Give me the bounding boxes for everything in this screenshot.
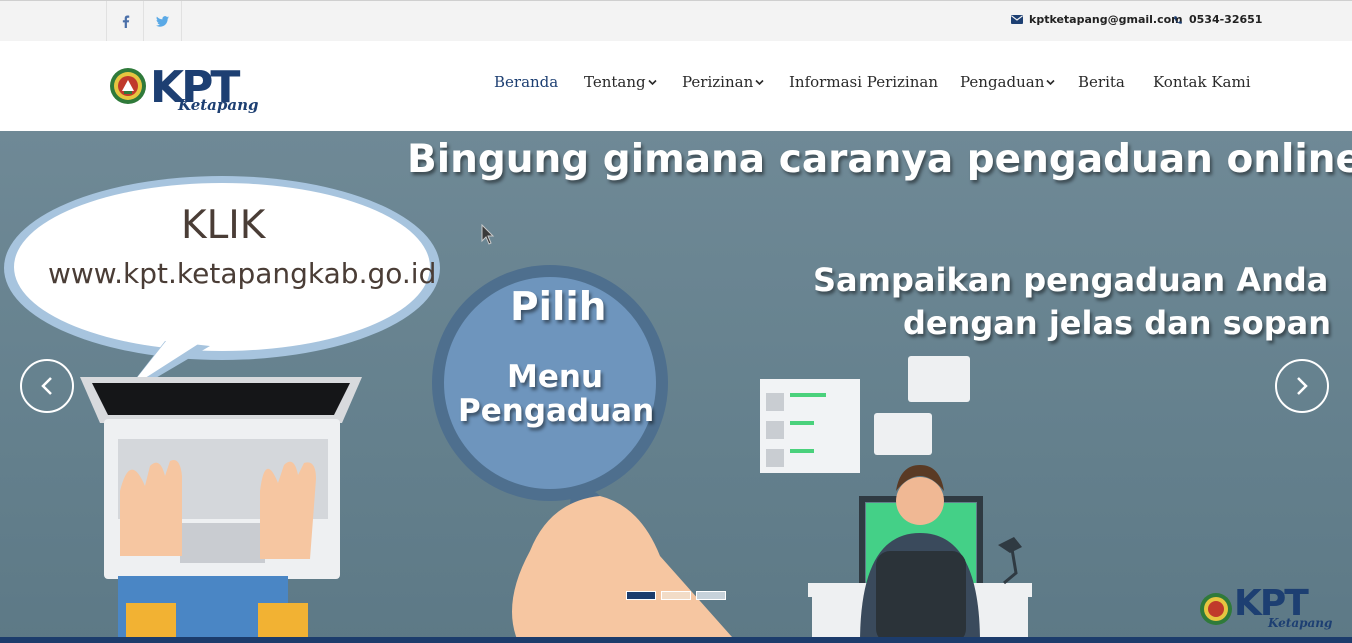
nav-label: Perizinan xyxy=(682,73,754,91)
kpt-logo-graphic: KPT Ketapang xyxy=(110,62,259,114)
magnifier-pengaduan: Pengaduan xyxy=(458,393,655,429)
slider-indicator-1[interactable] xyxy=(626,591,656,600)
envelope-icon xyxy=(1011,15,1023,24)
facebook-icon xyxy=(122,15,129,28)
nav-informasi-perizinan[interactable]: Informasi Perizinan xyxy=(789,73,938,91)
nav-beranda[interactable]: Beranda xyxy=(494,73,558,91)
twitter-icon xyxy=(156,15,169,27)
svg-text:Ketapang: Ketapang xyxy=(177,96,259,114)
nav-pengaduan[interactable]: Pengaduan xyxy=(960,73,1055,91)
nav-berita[interactable]: Berita xyxy=(1078,73,1125,91)
nav-perizinan[interactable]: Perizinan xyxy=(682,73,764,91)
main-header: KPT Ketapang Beranda Tentang Perizinan I… xyxy=(0,41,1352,131)
email-contact[interactable]: kptketapang@gmail.com xyxy=(1011,13,1183,26)
facebook-link[interactable] xyxy=(106,1,144,41)
nav-label: Beranda xyxy=(494,73,559,91)
chevron-right-icon xyxy=(1297,377,1308,395)
chevron-down-icon xyxy=(1046,79,1055,85)
site-logo[interactable]: KPT Ketapang xyxy=(108,58,284,114)
phone-icon xyxy=(1174,15,1182,24)
nav-label: Kontak Kami xyxy=(1153,73,1251,91)
mouse-cursor-icon xyxy=(481,224,495,245)
slide-headline: Bingung gimana caranya pengaduan online? xyxy=(407,137,1352,182)
watermark-ketapang: Ketapang xyxy=(1268,616,1333,630)
slider-prev-button[interactable] xyxy=(20,359,74,413)
nav-kontak-kami[interactable]: Kontak Kami xyxy=(1153,73,1251,91)
chevron-left-icon xyxy=(41,377,52,395)
slider-indicator-3[interactable] xyxy=(696,591,726,600)
phone-text: 0534-32651 xyxy=(1189,13,1263,26)
magnifier-pilih: Pilih xyxy=(510,285,607,330)
magnifier-menu: Menu xyxy=(507,359,604,395)
bubble-klik: KLIK xyxy=(181,203,266,248)
hero-slider[interactable]: Bingung gimana caranya pengaduan online?… xyxy=(0,131,1352,643)
bubble-url: www.kpt.ketapangkab.go.id xyxy=(48,257,437,290)
slider-indicator-2[interactable] xyxy=(661,591,691,600)
slider-next-button[interactable] xyxy=(1275,359,1329,413)
twitter-link[interactable] xyxy=(143,1,182,41)
nav-label: Tentang xyxy=(584,73,646,91)
chevron-down-icon xyxy=(755,79,764,85)
nav-label: Berita xyxy=(1078,73,1125,91)
nav-label: Pengaduan xyxy=(960,73,1045,91)
slide-subtext-1: Sampaikan pengaduan Anda xyxy=(813,261,1329,299)
nav-tentang[interactable]: Tentang xyxy=(584,73,657,91)
slide-subtext-2: dengan jelas dan sopan xyxy=(903,304,1331,342)
top-bar: kptketapang@gmail.com 0534-32651 xyxy=(0,0,1352,41)
nav-label: Informasi Perizinan xyxy=(789,73,938,91)
bottom-strip xyxy=(0,637,1352,643)
chevron-down-icon xyxy=(648,79,657,85)
email-text: kptketapang@gmail.com xyxy=(1029,13,1183,26)
phone-contact[interactable]: 0534-32651 xyxy=(1173,13,1262,26)
